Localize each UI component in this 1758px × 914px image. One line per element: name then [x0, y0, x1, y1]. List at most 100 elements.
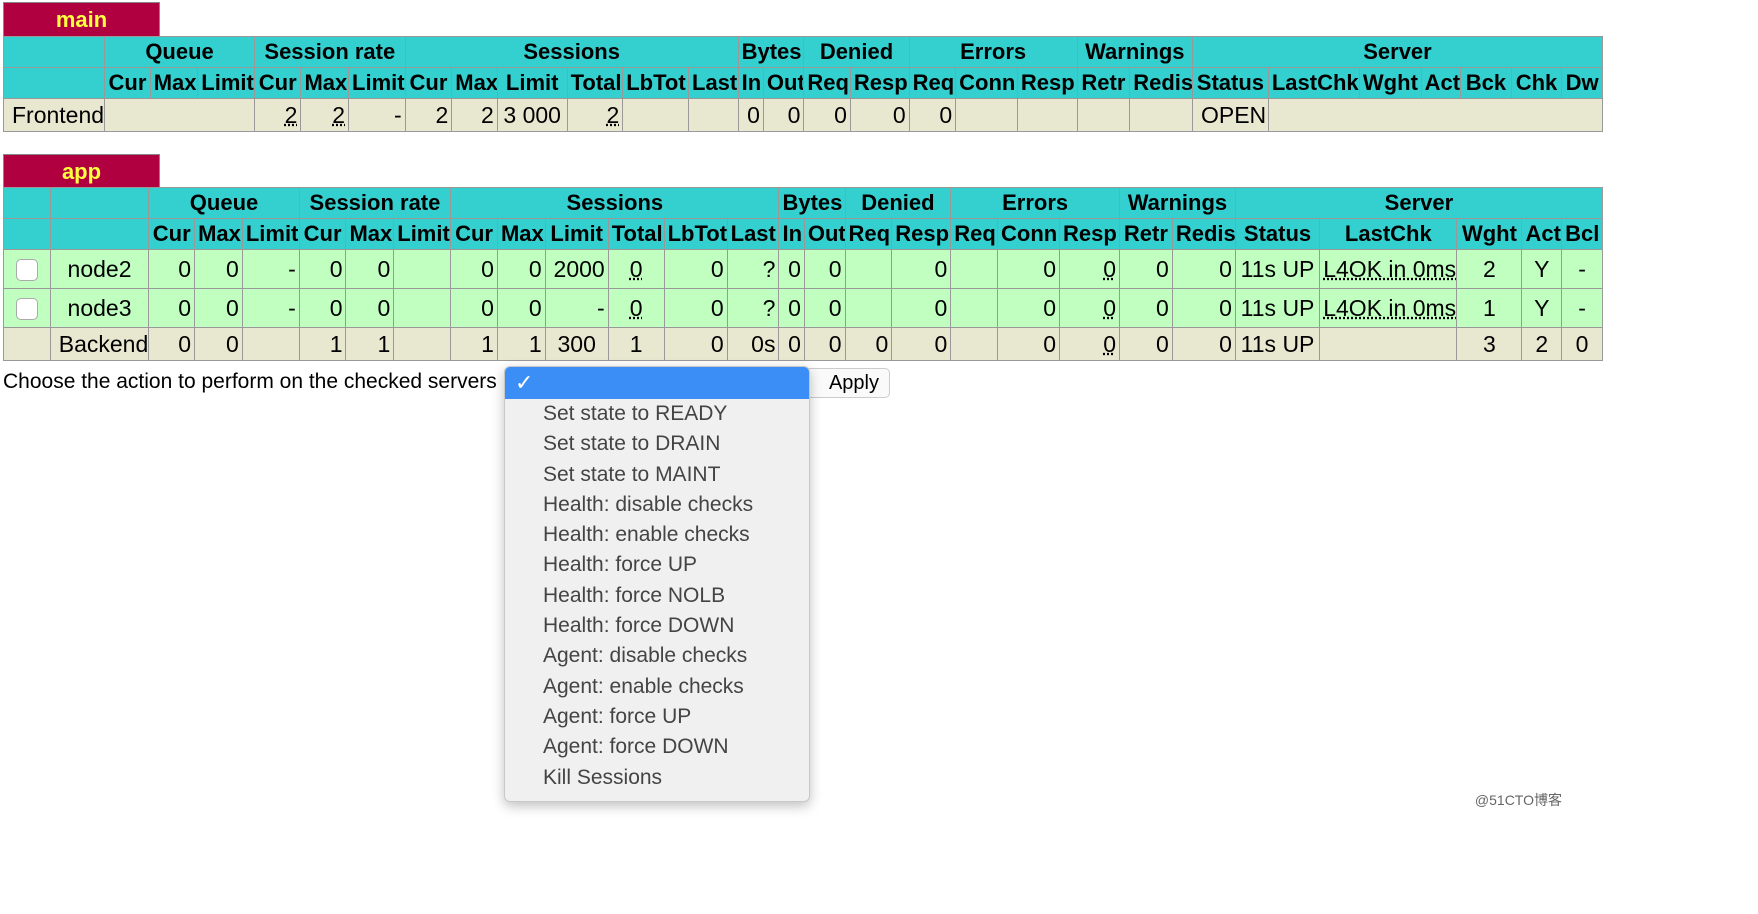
r-max: 0	[345, 288, 395, 328]
act-cell: Y	[1521, 288, 1563, 328]
column-header: Total	[566, 67, 624, 99]
apply-button[interactable]: Apply	[800, 368, 890, 398]
dropdown-option[interactable]: Set state to READY	[505, 399, 809, 429]
sess-cur: 2	[404, 98, 453, 132]
server-checkbox[interactable]	[3, 288, 51, 328]
proxy-title-main[interactable]: main	[3, 2, 160, 37]
d-resp: 0	[891, 249, 952, 289]
dropdown-option[interactable]: Agent: enable checks	[505, 672, 809, 702]
proxy-title-app[interactable]: app	[3, 154, 160, 189]
e-resp[interactable]: 0	[1059, 288, 1120, 328]
lastchk-cell[interactable]: L4OK in 0ms	[1319, 249, 1458, 289]
server-name[interactable]: node2	[49, 249, 150, 289]
w-redis: 0	[1171, 249, 1236, 289]
rate-limit: -	[348, 98, 406, 132]
s-cur: 0	[450, 288, 498, 328]
column-header: Req	[844, 218, 893, 250]
checkbox-icon[interactable]	[15, 259, 38, 282]
s-cur: 1	[450, 327, 498, 361]
sess-last	[688, 98, 739, 132]
rate-cur[interactable]: 2	[253, 98, 302, 132]
row-name[interactable]: Backend	[49, 327, 150, 361]
dropdown-option[interactable]: Kill Sessions	[505, 763, 809, 793]
dropdown-option[interactable]: Agent: force UP	[505, 702, 809, 732]
b-in: 0	[778, 249, 805, 289]
dropdown-option[interactable]: Health: force NOLB	[505, 581, 809, 611]
r-max: 0	[345, 249, 395, 289]
group-header: Warnings	[1118, 187, 1236, 219]
column-header: Max	[496, 218, 546, 250]
r-cur: 0	[298, 249, 347, 289]
column-header: LastChk	[1319, 218, 1458, 250]
s-lbtot: 0	[663, 249, 728, 289]
dropdown-option[interactable]: Health: enable checks	[505, 520, 809, 550]
group-header: Server	[1191, 36, 1604, 68]
s-total[interactable]: 0	[607, 288, 665, 328]
dropdown-option[interactable]: Health: force DOWN	[505, 611, 809, 641]
s-lbtot: 0	[663, 327, 728, 361]
dropdown-option[interactable]: Health: disable checks	[505, 490, 809, 520]
e-req	[950, 327, 998, 361]
column-header: Cur	[298, 218, 347, 250]
dropdown-option[interactable]: Agent: disable checks	[505, 641, 809, 671]
group-header: Warnings	[1076, 36, 1193, 68]
sess-total[interactable]: 2	[566, 98, 624, 132]
column-header: Cur	[148, 218, 196, 250]
w-retr: 0	[1118, 288, 1173, 328]
group-header: Session rate	[298, 187, 452, 219]
b-in: 0	[778, 288, 805, 328]
r-limit	[393, 327, 452, 361]
column-header: Max	[451, 67, 498, 99]
e-req	[950, 249, 998, 289]
action-label: Choose the action to perform on the chec…	[3, 370, 509, 393]
e-resp[interactable]: 0	[1059, 249, 1120, 289]
column-header: Redis	[1129, 67, 1193, 99]
dropdown-option[interactable]: Agent: force DOWN	[505, 732, 809, 762]
e-resp[interactable]: 0	[1059, 327, 1120, 361]
d-req	[844, 249, 893, 289]
column-header: Retr	[1076, 67, 1131, 99]
table-row-backend: Backend 0 0 1 1 1 1 300 1 0 0s 0 0 0 0 0…	[3, 327, 1603, 361]
group-header: Sessions	[404, 36, 739, 68]
r-limit	[393, 288, 452, 328]
r-max: 1	[345, 327, 395, 361]
table-row-frontend: Frontend 2 2 - 2 2 3 000 2 0 0 0 0 0 OPE…	[2, 98, 1604, 132]
dropdown-option[interactable]: Set state to DRAIN	[505, 429, 809, 459]
dropdown-options-list: Set state to READY Set state to DRAIN Set …	[505, 399, 809, 793]
s-lbtot: 0	[663, 288, 728, 328]
s-total[interactable]: 0	[607, 249, 665, 289]
column-header: Chk	[1510, 67, 1563, 99]
group-header: Denied	[803, 36, 910, 68]
column-header: Max	[300, 67, 350, 99]
denied-resp: 0	[849, 98, 910, 132]
corner-cell	[2, 36, 106, 68]
column-header: Limit	[348, 67, 406, 99]
column-header: Max	[149, 67, 199, 99]
b-in: 0	[778, 327, 805, 361]
checkbox-icon[interactable]	[15, 298, 38, 321]
bytes-out: 0	[762, 98, 805, 132]
s-total: 1	[607, 327, 665, 361]
table-row-node3: node3 0 0 - 0 0 0 0 - 0 0 ? 0 0 0 0 0 0 …	[3, 288, 1603, 328]
dropdown-selected-option[interactable]: ✓	[505, 367, 809, 399]
server-name[interactable]: node3	[49, 288, 150, 328]
action-select-dropdown[interactable]: ✓ Set state to READY Set state to DRAIN Se…	[504, 366, 810, 802]
column-header: Status	[1234, 218, 1321, 250]
dropdown-option[interactable]: Set state to MAINT	[505, 460, 809, 490]
q-cur: 0	[148, 327, 196, 361]
dropdown-option[interactable]: Health: force UP	[505, 550, 809, 580]
corner-cell	[49, 218, 150, 250]
bytes-in: 0	[737, 98, 764, 132]
lastchk-cell[interactable]: L4OK in 0ms	[1319, 288, 1458, 328]
column-header: Conn	[955, 67, 1018, 99]
rate-max[interactable]: 2	[300, 98, 350, 132]
column-header: Limit	[241, 218, 300, 250]
e-req	[950, 288, 998, 328]
column-header: Wght	[1358, 67, 1422, 99]
column-header: In	[778, 218, 805, 250]
bck-cell: -	[1561, 288, 1603, 328]
corner-cell	[2, 67, 106, 99]
column-header: Conn	[997, 218, 1060, 250]
server-checkbox[interactable]	[3, 249, 51, 289]
column-header: Resp	[1059, 218, 1120, 250]
